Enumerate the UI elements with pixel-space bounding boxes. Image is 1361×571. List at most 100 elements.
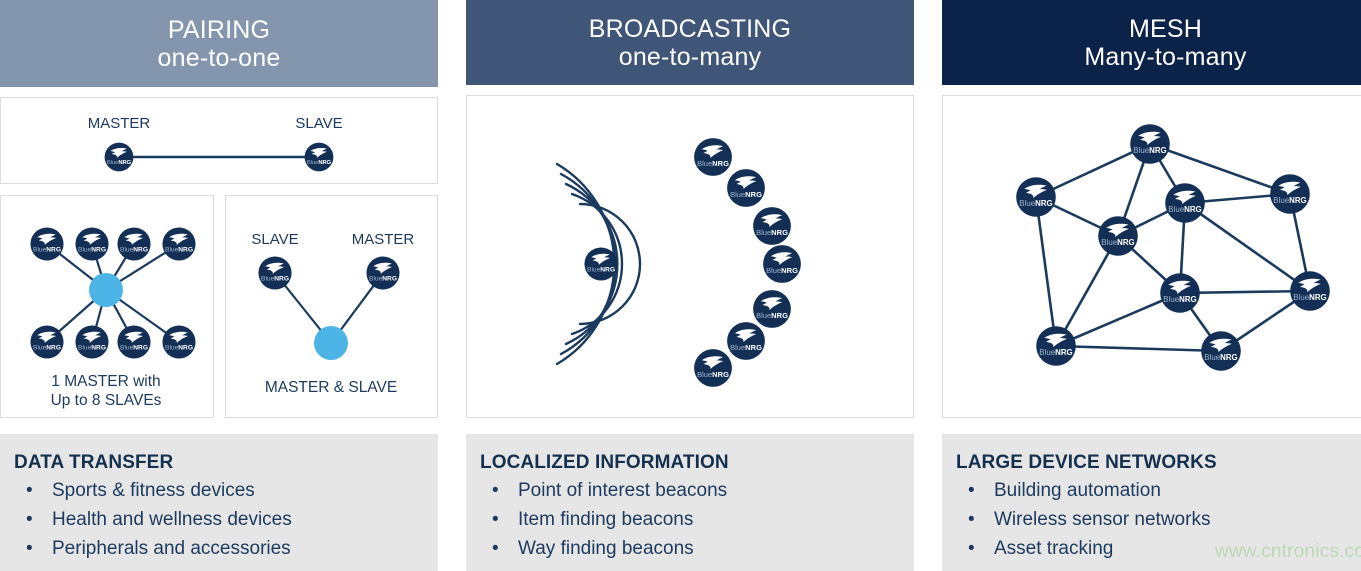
svg-text:BlueNRG: BlueNRG bbox=[756, 311, 788, 320]
bluenrg-chip-icon: BlueNRG bbox=[365, 256, 400, 290]
bluenrg-chip-icon: BlueNRG bbox=[162, 227, 196, 261]
pairing-lower-row: BlueNRG BlueNRG BlueNRG BlueNRG BlueNRG … bbox=[0, 195, 438, 418]
mesh-header-subtitle: Many-to-many bbox=[1084, 42, 1247, 71]
bluenrg-chip-icon: BlueNRG bbox=[30, 325, 64, 359]
bullet-icon: • bbox=[26, 480, 33, 501]
svg-text:BlueNRG: BlueNRG bbox=[33, 247, 61, 254]
list-item: • Health and wellness devices bbox=[14, 506, 424, 535]
bluenrg-chip-icon: BlueNRG bbox=[304, 142, 334, 172]
list-item: • Wireless sensor networks bbox=[956, 506, 1361, 535]
bluenrg-chip-icon: BlueNRG bbox=[1098, 216, 1138, 256]
svg-text:BlueNRG: BlueNRG bbox=[730, 343, 762, 352]
list-item-label: Point of interest beacons bbox=[518, 480, 728, 501]
bluenrg-chip-icon: BlueNRG bbox=[694, 349, 732, 387]
list-item-label: Sports & fitness devices bbox=[52, 480, 255, 501]
list-item-label: Peripherals and accessories bbox=[52, 537, 291, 559]
large-device-networks-heading: LARGE DEVICE NETWORKS bbox=[956, 452, 1217, 473]
master-hub-node bbox=[89, 273, 123, 307]
broadcasting-panel: BlueNRG BlueNRG BlueNRG BlueNRG BlueNRG … bbox=[466, 95, 914, 418]
scatternet-master-label: MASTER bbox=[351, 231, 414, 248]
svg-text:BlueNRG: BlueNRG bbox=[165, 345, 193, 352]
svg-text:BlueNRG: BlueNRG bbox=[78, 247, 106, 254]
list-item: • Way finding beacons bbox=[480, 535, 900, 564]
svg-text:BlueNRG: BlueNRG bbox=[120, 345, 148, 352]
column-pairing: PAIRING one-to-one MASTER SLAVE BlueNRG bbox=[0, 0, 438, 571]
bluenrg-chip-icon: BlueNRG bbox=[75, 227, 109, 261]
svg-text:BlueNRG: BlueNRG bbox=[33, 345, 61, 352]
watermark-label: www.cntronics.com bbox=[1215, 541, 1361, 562]
bluenrg-chip-icon: BlueNRG bbox=[763, 245, 801, 283]
pairing-header: PAIRING one-to-one bbox=[0, 0, 438, 87]
svg-text:BlueNRG: BlueNRG bbox=[1163, 295, 1196, 304]
mesh-panel: BlueNRG BlueNRG BlueNRG BlueNRG BlueNRG … bbox=[942, 95, 1361, 418]
bluenrg-chip-icon: BlueNRG bbox=[117, 325, 151, 359]
svg-text:BlueNRG: BlueNRG bbox=[1293, 293, 1326, 302]
master-label: MASTER bbox=[88, 115, 151, 132]
bluenrg-chip-icon: BlueNRG bbox=[104, 142, 134, 172]
scatternet-caption: MASTER & SLAVE bbox=[264, 379, 396, 396]
svg-text:BlueNRG: BlueNRG bbox=[756, 228, 788, 237]
master-slave-hub-node bbox=[313, 326, 348, 360]
svg-text:BlueNRG: BlueNRG bbox=[1273, 196, 1306, 205]
broadcasting-diagram: BlueNRG BlueNRG BlueNRG BlueNRG BlueNRG … bbox=[555, 138, 801, 387]
bluenrg-chip-icon: BlueNRG bbox=[1201, 331, 1241, 371]
svg-text:BlueNRG: BlueNRG bbox=[1101, 238, 1134, 247]
broadcasting-header: BROADCASTING one-to-many bbox=[466, 0, 914, 85]
svg-text:BlueNRG: BlueNRG bbox=[261, 276, 289, 283]
large-device-networks-footer: LARGE DEVICE NETWORKS • Building automati… bbox=[942, 434, 1361, 571]
list-item: • Peripherals and accessories bbox=[14, 535, 424, 564]
bluenrg-chip-icon: BlueNRG bbox=[1016, 177, 1056, 217]
broadcasting-header-title: BROADCASTING bbox=[588, 14, 792, 43]
mesh-diagram-area: BlueNRG BlueNRG BlueNRG BlueNRG BlueNRG … bbox=[942, 95, 1361, 418]
bluenrg-chip-icon: BlueNRG bbox=[30, 227, 64, 261]
pairing-diagram-area: MASTER SLAVE BlueNRG BlueNRG BlueNRG Blu… bbox=[0, 97, 438, 418]
bluenrg-icon-label: BlueNRG bbox=[307, 160, 332, 166]
bluenrg-chip-icon: BlueNRG bbox=[257, 256, 292, 290]
mesh-header: MESH Many-to-many bbox=[942, 0, 1361, 85]
svg-text:BlueNRG: BlueNRG bbox=[165, 247, 193, 254]
bluenrg-chip-icon: BlueNRG bbox=[1165, 183, 1205, 223]
list-item: • Item finding beacons bbox=[480, 506, 900, 535]
list-item-label: Health and wellness devices bbox=[52, 508, 292, 530]
bluenrg-chip-icon: BlueNRG bbox=[1290, 271, 1330, 311]
list-item: • Sports & fitness devices bbox=[14, 477, 424, 506]
mesh-edges bbox=[1034, 142, 1312, 353]
broadcasting-header-subtitle: one-to-many bbox=[618, 42, 762, 71]
scatternet-diagram: SLAVE MASTER BlueNRG BlueNRG MASTER & SL… bbox=[251, 231, 414, 396]
svg-text:BlueNRG: BlueNRG bbox=[587, 267, 615, 274]
svg-text:BlueNRG: BlueNRG bbox=[730, 190, 762, 199]
data-transfer-footer: DATA TRANSFER • Sports & fitness devices … bbox=[0, 434, 438, 571]
svg-text:BlueNRG: BlueNRG bbox=[766, 266, 798, 275]
localized-information-list: • Point of interest beacons • Item finding… bbox=[480, 477, 900, 564]
bluenrg-chip-icon: BlueNRG bbox=[1270, 174, 1310, 214]
pairing-header-subtitle: one-to-one bbox=[157, 43, 281, 72]
piconet-star-diagram: BlueNRG BlueNRG BlueNRG BlueNRG BlueNRG … bbox=[30, 227, 196, 409]
bluenrg-chip-icon: BlueNRG bbox=[1036, 326, 1076, 366]
list-item-label: Way finding beacons bbox=[518, 537, 694, 559]
svg-text:BlueNRG: BlueNRG bbox=[1204, 353, 1237, 362]
list-item-label: Building automation bbox=[994, 480, 1161, 501]
svg-text:BlueNRG: BlueNRG bbox=[369, 276, 397, 283]
data-transfer-list: • Sports & fitness devices • Health and we… bbox=[14, 477, 424, 564]
bluenrg-chip-icon: BlueNRG bbox=[753, 290, 791, 328]
bluenrg-chip-icon: BlueNRG bbox=[727, 322, 765, 360]
list-item-label: Item finding beacons bbox=[518, 508, 694, 530]
svg-text:BlueNRG: BlueNRG bbox=[697, 159, 729, 168]
svg-text:BlueNRG: BlueNRG bbox=[1019, 199, 1052, 208]
bluenrg-chip-icon: BlueNRG bbox=[75, 325, 109, 359]
column-broadcasting: BROADCASTING one-to-many BlueNRG BlueNRG… bbox=[466, 0, 914, 571]
mesh-network-diagram: BlueNRG BlueNRG BlueNRG BlueNRG BlueNRG … bbox=[1016, 124, 1330, 371]
bluenrg-chip-icon: BlueNRG bbox=[584, 247, 618, 281]
pairing-header-title: PAIRING bbox=[167, 15, 271, 44]
mesh-header-title: MESH bbox=[1128, 14, 1203, 43]
svg-text:BlueNRG: BlueNRG bbox=[1039, 348, 1072, 357]
bullet-icon: • bbox=[968, 508, 975, 530]
broadcasting-diagram-area: BlueNRG BlueNRG BlueNRG BlueNRG BlueNRG … bbox=[466, 95, 914, 418]
bullet-icon: • bbox=[492, 508, 499, 530]
bullet-icon: • bbox=[968, 537, 975, 559]
list-item: • Building automation bbox=[956, 477, 1361, 506]
scatternet-panel: SLAVE MASTER BlueNRG BlueNRG MASTER & SL… bbox=[224, 195, 438, 418]
topology-board: PAIRING one-to-one MASTER SLAVE BlueNRG bbox=[0, 0, 1361, 571]
bluenrg-chip-icon: BlueNRG bbox=[117, 227, 151, 261]
pairing-one-to-one-diagram: MASTER SLAVE BlueNRG BlueNRG bbox=[88, 115, 343, 172]
